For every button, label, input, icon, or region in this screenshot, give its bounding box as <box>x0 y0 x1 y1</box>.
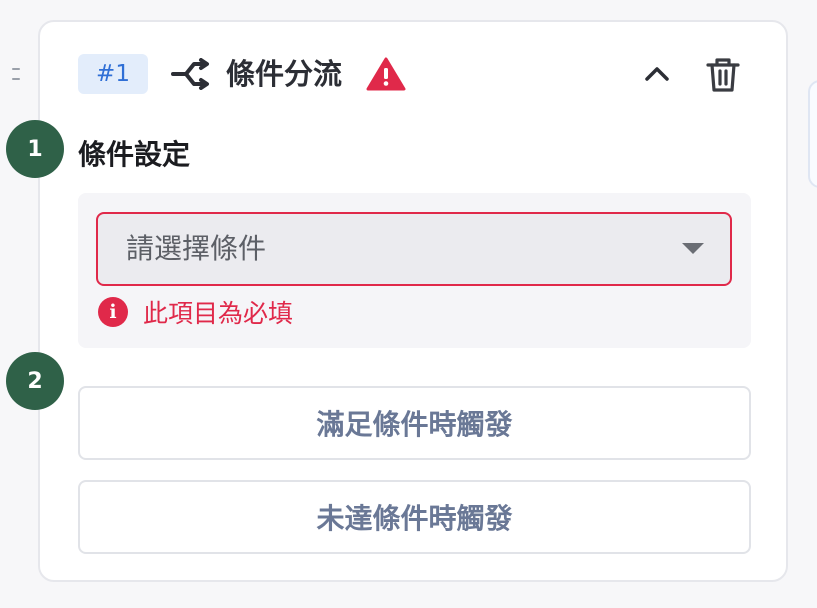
step-badge-1: 1 <box>6 120 64 178</box>
drag-handle-icon[interactable] <box>12 68 22 80</box>
trigger-when-unmet-button[interactable]: 未達條件時觸發 <box>78 480 751 554</box>
flow-branch-icon <box>171 58 209 90</box>
step-badge-2: 2 <box>6 352 64 410</box>
trigger-when-met-button[interactable]: 滿足條件時觸發 <box>78 386 751 460</box>
warning-icon <box>366 57 406 91</box>
error-info-icon: i <box>98 297 128 327</box>
chevron-up-icon[interactable] <box>642 62 672 86</box>
condition-section-title: 條件設定 <box>78 138 191 171</box>
required-error: i 此項目為必填 <box>98 296 293 328</box>
condition-select[interactable]: 請選擇條件 <box>96 212 732 286</box>
error-message: 此項目為必填 <box>143 299 294 328</box>
next-card-edge <box>808 80 817 188</box>
trash-icon[interactable] <box>704 56 742 94</box>
condition-select-placeholder: 請選擇條件 <box>126 232 267 265</box>
caret-down-icon <box>682 243 704 254</box>
node-id-badge: #1 <box>78 54 148 94</box>
node-title: 條件分流 <box>226 57 343 91</box>
